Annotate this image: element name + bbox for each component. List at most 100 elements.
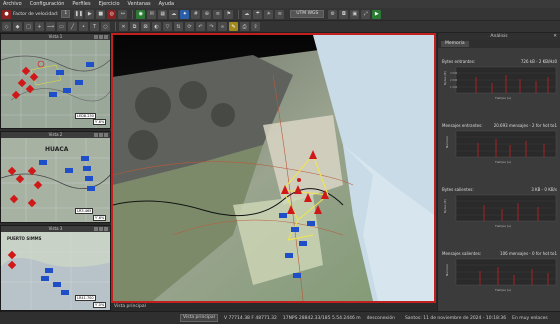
circle-icon[interactable]: ○ <box>101 22 110 31</box>
unit-neutral-icon[interactable]: □ <box>24 22 33 31</box>
toolbar-main: ● Factor de velocidad: 1 ❚❚ ▶ ■ ◎ ↔ ◉ ✉ … <box>0 8 560 21</box>
toolbar-divider <box>115 22 116 31</box>
copy-icon[interactable]: ⧉ <box>130 22 139 31</box>
chart-xlabel: Tiempo (s) <box>494 288 511 292</box>
video-icon[interactable]: ▣ <box>350 9 360 19</box>
close-icon[interactable] <box>104 35 108 39</box>
record-icon[interactable]: ● <box>2 9 11 19</box>
menu-ayuda[interactable]: Ayuda <box>159 0 174 8</box>
layer-icon[interactable]: ≡ <box>213 9 223 19</box>
link-icon[interactable]: ∞ <box>218 22 227 31</box>
zoom-icon[interactable]: ⊕ <box>202 9 212 19</box>
menu-ventanas[interactable]: Ventanas <box>128 0 151 8</box>
chat-icon[interactable]: ✉ <box>147 9 157 19</box>
terrain-3d-map[interactable] <box>113 35 434 301</box>
analysis-tabs: Memoria <box>438 40 560 48</box>
fullscreen-icon[interactable]: ⤢ <box>361 9 371 19</box>
stop-icon[interactable]: ■ <box>96 9 106 19</box>
close-icon[interactable] <box>104 227 108 231</box>
unit-label: LR3.465 <box>75 208 94 214</box>
unit-hostile-icon[interactable]: ◆ <box>13 22 22 31</box>
menu-bar: Archivo Configuración Perfiles Ejercicio… <box>0 0 560 8</box>
metric-bytes-out: Bytes salientes: 3 KB - 0 KB/s Bytes (B) … <box>440 187 559 229</box>
lock-icon[interactable]: ⊠ <box>141 22 150 31</box>
metric-chart: Número Tiempo (s) <box>440 129 559 165</box>
cloud-icon[interactable]: ☁ <box>242 9 252 19</box>
play-icon[interactable]: ▶ <box>85 9 95 19</box>
place-name: PUERTO SIMMS <box>7 236 42 241</box>
toolbar-divider <box>132 9 134 19</box>
flag-icon[interactable]: ⚑ <box>224 9 234 19</box>
text-icon[interactable]: T <box>90 22 99 31</box>
rotate-icon[interactable]: ⟳ <box>185 22 194 31</box>
status-bar: Vista principal V 77714.38 F 48771.32 17… <box>0 311 560 324</box>
visibility-icon[interactable]: ◐ <box>152 22 161 31</box>
map-layer-icon[interactable]: ▦ <box>158 9 168 19</box>
mini-view-1[interactable]: Vista 1 LED8.230 Ƴ.6% <box>0 33 111 129</box>
print-icon[interactable]: ⎙ <box>240 22 249 31</box>
menu-archivo[interactable]: Archivo <box>3 0 22 8</box>
unit-add-icon[interactable]: + <box>35 22 44 31</box>
minimize-icon[interactable] <box>94 227 98 231</box>
sat-icon[interactable]: ✦ <box>180 9 190 19</box>
route-icon[interactable]: ⟿ <box>46 22 55 31</box>
messages-out-chart: Número Tiempo (s) <box>445 258 557 292</box>
chart-xlabel: Tiempo (s) <box>494 224 511 228</box>
rain-icon[interactable]: ☂ <box>253 9 263 19</box>
metric-bytes-in: Bytes entrantes: 726 kB - 2 KB/Hz0 Bytes … <box>440 59 559 101</box>
close-icon[interactable] <box>104 133 108 137</box>
main-view-footer: Vista principal <box>111 303 436 311</box>
fog-icon[interactable]: ≋ <box>275 9 285 19</box>
chart-ylabel: Bytes (B) <box>443 71 447 85</box>
main-3d-view[interactable] <box>111 33 436 303</box>
messages-in-chart: Número Tiempo (s) <box>445 130 557 164</box>
network-icon[interactable]: ◉ <box>136 9 146 19</box>
settings-icon[interactable]: ⚙ <box>328 9 338 19</box>
mini-view-2[interactable]: Vista 2 HUACA LR3.465 Ƴ.6% <box>0 131 111 223</box>
maximize-icon[interactable] <box>99 227 103 231</box>
analysis-panel: Análisis ✕ Memoria Bytes entrantes: 726 k… <box>437 33 560 311</box>
coord-select[interactable]: UTM WGS <box>290 10 325 18</box>
camera-icon[interactable]: ◘ <box>339 9 349 19</box>
menu-ejercicio[interactable]: Ejercicio <box>99 0 120 8</box>
maximize-icon[interactable] <box>99 133 103 137</box>
go-icon[interactable]: ▶ <box>372 9 382 19</box>
minimize-icon[interactable] <box>94 133 98 137</box>
line-icon[interactable]: ╱ <box>68 22 77 31</box>
chart-ylabel: Bytes (B) <box>443 199 447 213</box>
chart-xlabel: Tiempo (s) <box>494 160 511 164</box>
redo-icon[interactable]: ↷ <box>207 22 216 31</box>
undo-icon[interactable]: ↶ <box>196 22 205 31</box>
minimize-icon[interactable] <box>94 35 98 39</box>
pause-icon[interactable]: ❚❚ <box>74 9 84 19</box>
export-icon[interactable]: ⇪ <box>251 22 260 31</box>
area-icon[interactable]: ▭ <box>57 22 66 31</box>
sun-icon[interactable]: ☀ <box>264 9 274 19</box>
grid-icon[interactable]: # <box>191 9 201 19</box>
point-icon[interactable]: • <box>79 22 88 31</box>
delete-icon[interactable]: ✕ <box>119 22 128 31</box>
tab-memoria[interactable]: Memoria <box>441 41 469 47</box>
metric-messages-out: Mensajes salientes: 106 mensajes - 0 for … <box>440 251 559 293</box>
menu-configuracion[interactable]: Configuración <box>30 0 65 8</box>
chart-ylabel: Número <box>445 264 449 276</box>
bytes-in-chart: Bytes (B) 3 000 2 000 1 000 Tiempo (s) <box>443 66 557 100</box>
measure-icon[interactable]: ↔ <box>118 9 128 19</box>
weather-icon[interactable]: ☁ <box>169 9 179 19</box>
unit-friendly-icon[interactable]: ◇ <box>2 22 11 31</box>
view-select[interactable]: Vista principal <box>180 314 218 322</box>
mini-view-3[interactable]: Vista 3 PUERTO SIMMS LR41.700 Ƴ.5% <box>0 225 111 311</box>
toolbar-divider <box>238 9 240 19</box>
filter-icon[interactable]: ▽ <box>163 22 172 31</box>
maximize-icon[interactable] <box>99 35 103 39</box>
mini-views-panel: Vista 1 LED8.230 Ƴ.6% Vista 2 HUACA LR3.… <box>0 33 111 311</box>
speed-select[interactable]: 1 <box>61 10 71 18</box>
sort-icon[interactable]: ⇅ <box>174 22 183 31</box>
metric-messages-in: Mensajes entrantes: 20.693 mensajes - 2 f… <box>440 123 559 165</box>
highlight-icon[interactable]: ✎ <box>229 22 238 31</box>
target-icon[interactable]: ◎ <box>107 9 117 19</box>
menu-perfiles[interactable]: Perfiles <box>72 0 90 8</box>
toolbar-secondary: ◇ ◆ □ + ⟿ ▭ ╱ • T ○ ✕ ⧉ ⊠ ◐ ▽ ⇅ ⟳ ↶ ↷ ∞ … <box>0 21 560 33</box>
close-icon[interactable]: ✕ <box>553 33 557 40</box>
unit-sub-label: Ƴ.6% <box>93 215 107 221</box>
